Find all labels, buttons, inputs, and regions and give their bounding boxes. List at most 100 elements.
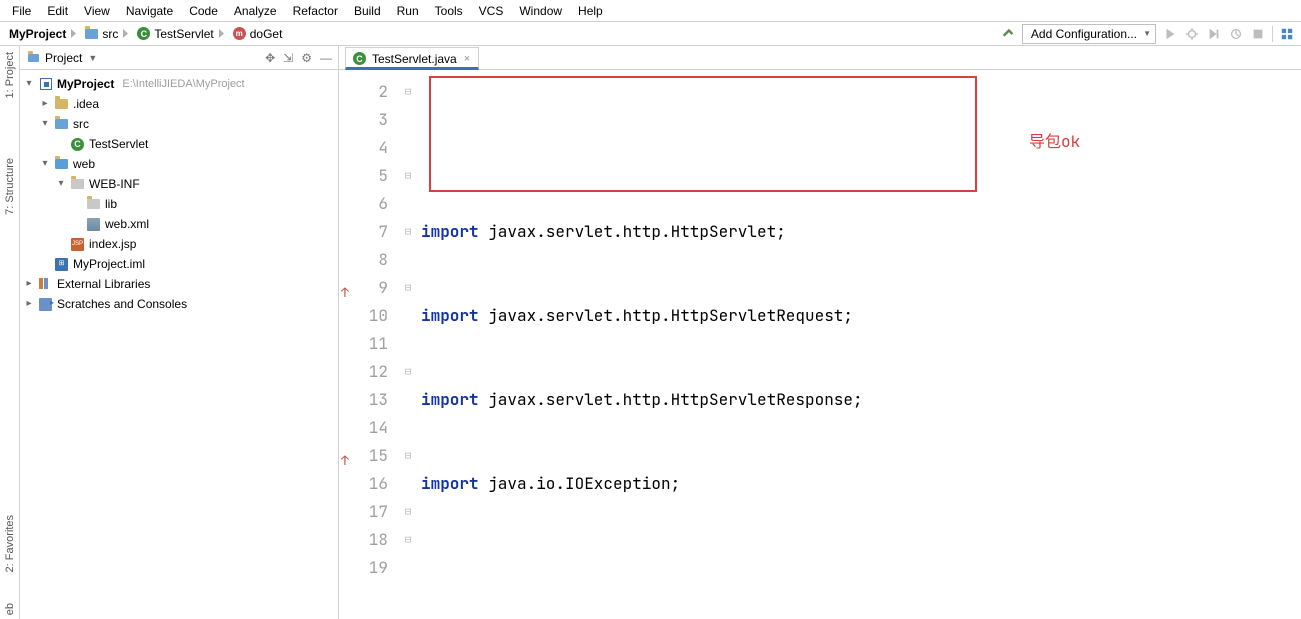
- locate-icon[interactable]: ✥: [265, 51, 275, 65]
- tree-scratches[interactable]: ▸ Scratches and Consoles: [24, 294, 338, 314]
- navigation-bar: MyProject src C TestServlet m doGet Add …: [0, 22, 1301, 46]
- menu-navigate[interactable]: Navigate: [118, 2, 181, 20]
- expand-all-icon[interactable]: ⇲: [283, 51, 293, 65]
- menu-view[interactable]: View: [76, 2, 118, 20]
- chevron-right-icon: [219, 29, 224, 38]
- build-icon[interactable]: [1000, 26, 1016, 42]
- tree-testservlet[interactable]: C TestServlet: [24, 134, 338, 154]
- fold-marker[interactable]: ⊟: [401, 78, 415, 106]
- tree-idea-label: .idea: [73, 94, 99, 114]
- tree-iml[interactable]: ⊞ MyProject.iml: [24, 254, 338, 274]
- menu-file[interactable]: File: [4, 2, 39, 20]
- crumb-project-label: MyProject: [9, 27, 66, 41]
- chevron-right-icon: [71, 29, 76, 38]
- crumb-method-label: doGet: [250, 27, 283, 41]
- tree-root-path: E:\IntelliJIEDA\MyProject: [122, 74, 244, 94]
- project-view-dropdown-icon[interactable]: ▼: [88, 53, 97, 63]
- menu-tools[interactable]: Tools: [427, 2, 471, 20]
- gutter: 2 3 4 5 6 7 8 9O↑ 10 11 12 13 14 15O↑ 16…: [339, 70, 401, 619]
- fold-marker[interactable]: ⊟: [401, 442, 415, 470]
- tree-idea[interactable]: ▸ .idea: [24, 94, 338, 114]
- tree-root-label: MyProject: [57, 74, 114, 94]
- tree-external-libs[interactable]: ▸ External Libraries: [24, 274, 338, 294]
- project-view-icon: [26, 50, 41, 65]
- tree-src-label: src: [73, 114, 89, 134]
- tree-webinf-label: WEB-INF: [89, 174, 140, 194]
- annotation-box: [429, 76, 977, 192]
- debug-icon[interactable]: [1184, 26, 1200, 42]
- editor-area: C TestServlet.java × 2 3 4 5 6 7 8 9O↑ 1…: [339, 46, 1301, 619]
- close-tab-icon[interactable]: ×: [464, 53, 470, 65]
- annotation-text: 导包ok: [1029, 128, 1080, 156]
- toolwin-structure[interactable]: 7: Structure: [4, 158, 16, 215]
- tree-webxml[interactable]: web.xml: [24, 214, 338, 234]
- code-text: javax.servlet.http.HttpServletRequest;: [479, 305, 853, 326]
- nav-right: Add Configuration... ▼: [1000, 24, 1295, 44]
- kw-import: import: [421, 305, 479, 326]
- project-panel-header: Project ▼ ✥ ⇲ ⚙ —: [20, 46, 338, 70]
- tree-indexjsp[interactable]: JSP index.jsp: [24, 234, 338, 254]
- tree-scratches-label: Scratches and Consoles: [57, 294, 187, 314]
- crumb-class-label: TestServlet: [154, 27, 213, 41]
- fold-end-marker[interactable]: ⊟: [401, 526, 415, 554]
- tree-lib-label: lib: [105, 194, 117, 214]
- tree-web[interactable]: ▾ web: [24, 154, 338, 174]
- menu-edit[interactable]: Edit: [39, 2, 76, 20]
- project-panel: Project ▼ ✥ ⇲ ⚙ — ▾ MyProject E:\Intelli…: [20, 46, 339, 619]
- fold-marker[interactable]: ⊟: [401, 218, 415, 246]
- code-text: java.io.IOException;: [479, 473, 681, 494]
- menu-code[interactable]: Code: [181, 2, 226, 20]
- menu-refactor[interactable]: Refactor: [285, 2, 346, 20]
- run-config-dropdown[interactable]: Add Configuration... ▼: [1022, 24, 1156, 44]
- crumb-src-label: src: [102, 27, 118, 41]
- project-tree: ▾ MyProject E:\IntelliJIEDA\MyProject ▸ …: [20, 70, 338, 314]
- crumb-method[interactable]: m doGet: [229, 26, 286, 41]
- code-text: javax.servlet.http.HttpServlet;: [479, 221, 786, 242]
- project-view-title[interactable]: Project: [45, 51, 82, 65]
- kw-import: import: [421, 473, 479, 494]
- menu-help[interactable]: Help: [570, 2, 611, 20]
- update-project-icon[interactable]: [1279, 26, 1295, 42]
- menu-build[interactable]: Build: [346, 2, 389, 20]
- menu-run[interactable]: Run: [389, 2, 427, 20]
- tree-src[interactable]: ▾ src: [24, 114, 338, 134]
- toolwin-favorites[interactable]: 2: Favorites: [4, 515, 16, 572]
- menu-vcs[interactable]: VCS: [471, 2, 512, 20]
- stop-icon[interactable]: [1250, 26, 1266, 42]
- tree-root[interactable]: ▾ MyProject E:\IntelliJIEDA\MyProject: [24, 74, 338, 94]
- tree-webinf[interactable]: ▾ WEB-INF: [24, 174, 338, 194]
- menu-analyze[interactable]: Analyze: [226, 2, 285, 20]
- profile-icon[interactable]: [1228, 26, 1244, 42]
- crumb-project[interactable]: MyProject: [6, 27, 79, 41]
- menu-window[interactable]: Window: [511, 2, 570, 20]
- tree-web-label: web: [73, 154, 95, 174]
- run-icon[interactable]: [1162, 26, 1178, 42]
- run-coverage-icon[interactable]: [1206, 26, 1222, 42]
- tree-extlib-label: External Libraries: [57, 274, 150, 294]
- editor-tab-testservlet[interactable]: C TestServlet.java ×: [345, 47, 479, 70]
- fold-end-marker[interactable]: ⊟: [401, 498, 415, 526]
- settings-gear-icon[interactable]: ⚙: [301, 51, 312, 65]
- java-class-icon: C: [352, 51, 367, 66]
- left-tool-strip: 1: Project 7: Structure 2: Favorites eb: [0, 46, 20, 619]
- crumb-class[interactable]: C TestServlet: [133, 26, 226, 41]
- tree-webxml-label: web.xml: [105, 214, 149, 234]
- fold-end-marker[interactable]: ⊟: [401, 162, 415, 190]
- tree-indexjsp-label: index.jsp: [89, 234, 136, 254]
- toolwin-web[interactable]: eb: [4, 603, 16, 615]
- tree-iml-label: MyProject.iml: [73, 254, 145, 274]
- kw-import: import: [421, 221, 479, 242]
- tree-testservlet-label: TestServlet: [89, 134, 148, 154]
- separator: [1272, 26, 1273, 42]
- code-text: javax.servlet.http.HttpServletResponse;: [479, 389, 863, 410]
- toolwin-project[interactable]: 1: Project: [4, 52, 16, 98]
- code-area[interactable]: 导包ok import javax.servlet.http.HttpServl…: [415, 70, 1301, 619]
- tree-lib[interactable]: lib: [24, 194, 338, 214]
- hide-panel-icon[interactable]: —: [320, 51, 332, 65]
- editor-body[interactable]: 2 3 4 5 6 7 8 9O↑ 10 11 12 13 14 15O↑ 16…: [339, 70, 1301, 619]
- crumb-src[interactable]: src: [81, 26, 131, 41]
- fold-marker[interactable]: ⊟: [401, 274, 415, 302]
- fold-end-marker[interactable]: ⊟: [401, 358, 415, 386]
- main-container: Project ▼ ✥ ⇲ ⚙ — ▾ MyProject E:\Intelli…: [20, 46, 1301, 619]
- fold-bar: ⊟ ⊟ ⊟ ⊟ ⊟ ⊟ ⊟ ⊟: [401, 70, 415, 619]
